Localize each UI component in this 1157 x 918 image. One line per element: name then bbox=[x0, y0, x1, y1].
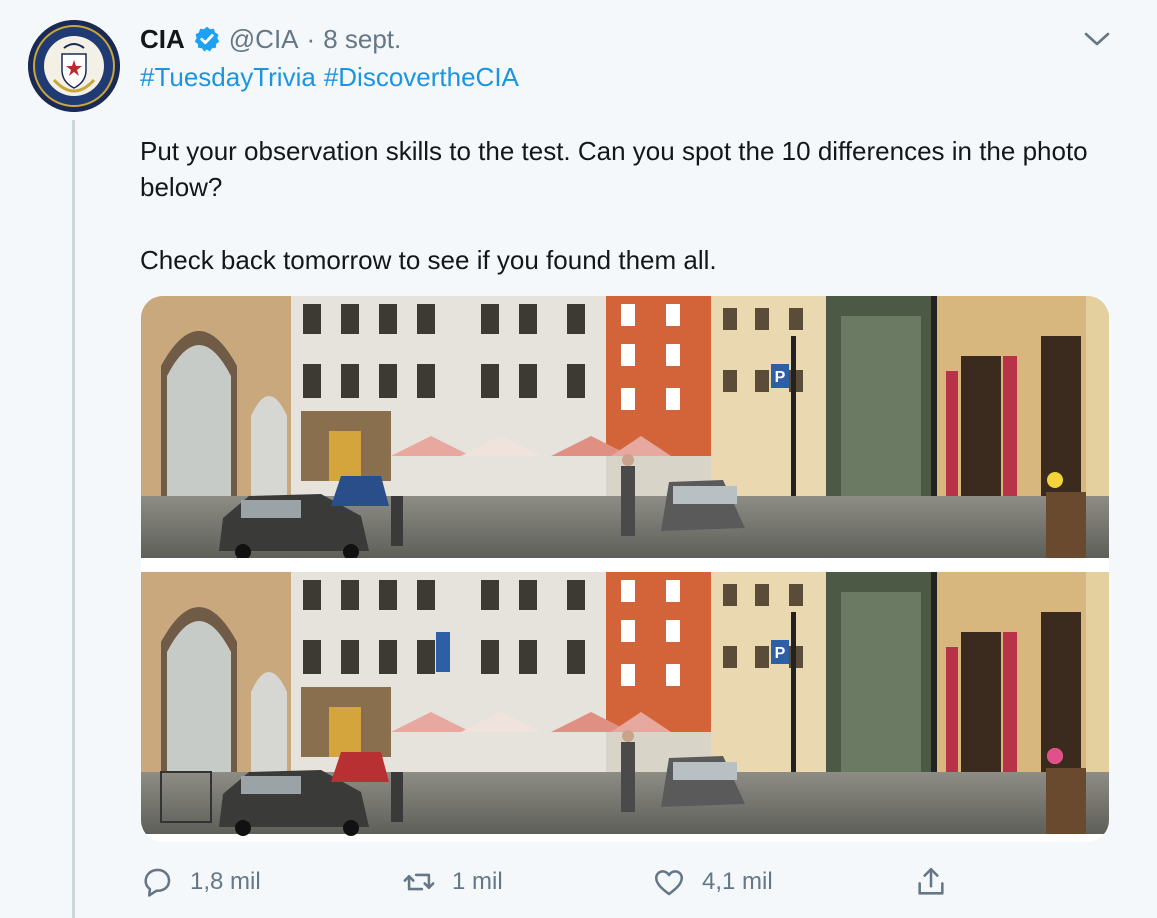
retweet-count: 1 mil bbox=[452, 868, 503, 895]
reply-action[interactable]: 1,8 mil bbox=[140, 862, 261, 902]
avatar[interactable] bbox=[28, 20, 120, 112]
tweet-actions: 1,8 mil 1 mil 4,1 mil bbox=[140, 862, 960, 902]
retweet-icon bbox=[403, 873, 435, 891]
reply-count: 1,8 mil bbox=[190, 868, 261, 895]
photo-top bbox=[141, 296, 1109, 560]
verified-badge-icon bbox=[194, 26, 220, 52]
like-action[interactable]: 4,1 mil bbox=[652, 862, 773, 902]
photo-bottom bbox=[141, 572, 1109, 836]
share-action[interactable] bbox=[914, 862, 948, 902]
author-handle[interactable]: @CIA bbox=[229, 24, 299, 55]
tweet-media-image[interactable]: P bbox=[141, 296, 1109, 842]
reply-icon bbox=[144, 868, 171, 897]
share-icon bbox=[918, 867, 944, 895]
tweet-text: Put your observation skills to the test.… bbox=[140, 136, 1088, 202]
retweet-action[interactable]: 1 mil bbox=[402, 862, 503, 902]
tweet-header: CIA @CIA · 8 sept. bbox=[140, 22, 401, 56]
author-name[interactable]: CIA bbox=[140, 24, 185, 55]
hashtag-discoverthecia[interactable]: #DiscovertheCIA bbox=[324, 62, 519, 93]
photo-divider bbox=[141, 558, 1109, 570]
tweet-text-secondary: Check back tomorrow to see if you found … bbox=[140, 245, 717, 275]
separator-dot: · bbox=[306, 23, 316, 54]
hashtags: #TuesdayTrivia #DiscovertheCIA bbox=[140, 62, 519, 93]
street-photo-comparison: P bbox=[141, 296, 1109, 836]
thread-line bbox=[72, 120, 75, 918]
tweet[interactable]: CIA @CIA · 8 sept. #TuesdayTrivia #Disco… bbox=[0, 0, 1157, 918]
hashtag-tuesdaytrivia[interactable]: #TuesdayTrivia bbox=[140, 62, 316, 93]
tweet-date[interactable]: 8 sept. bbox=[323, 24, 401, 55]
heart-icon bbox=[654, 870, 684, 896]
chevron-down-icon[interactable] bbox=[1082, 28, 1112, 50]
cia-seal-logo bbox=[28, 20, 120, 112]
like-count: 4,1 mil bbox=[702, 868, 773, 895]
